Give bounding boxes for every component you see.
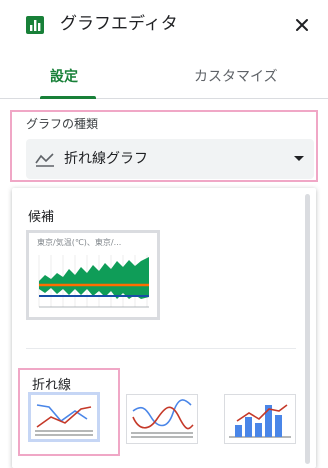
dropdown-scrollbar[interactable] [302,188,312,468]
smooth-line-chart-thumbnail[interactable] [126,394,198,444]
scroll-thumb[interactable] [305,194,310,464]
chart-icon [26,16,44,34]
chart-type-label: グラフの種類 [26,117,99,131]
combo-chart-preview [229,404,291,438]
suggested-chart-title: 東京/気温(℃)、東京/... [37,237,121,247]
divider [26,348,296,349]
suggested-chart-preview: 東京/気温(℃)、東京/... [37,237,149,308]
tab-settings[interactable]: 設定 [50,68,78,86]
close-icon[interactable] [291,14,313,36]
suggested-chart-thumbnail[interactable]: 東京/気温(℃)、東京/... [26,230,160,320]
chart-type-select[interactable]: 折れ線グラフ [26,139,314,179]
tab-customize[interactable]: カスタマイズ [194,68,278,86]
editor-title: グラフエディタ [60,14,178,34]
line-section-label: 折れ線 [32,378,72,393]
line-chart-preview [35,404,93,436]
combo-chart-thumbnail[interactable] [224,394,296,444]
tab-bar: 設定 カスタマイズ [0,56,328,99]
suggestions-label: 候補 [28,210,55,225]
line-chart-thumbnail[interactable] [28,392,100,442]
chart-type-dropdown: 候補 東京/気温(℃)、東京/... 折れ線 [12,188,316,468]
chevron-down-icon [294,156,304,161]
smooth-line-chart-preview [131,399,194,438]
line-chart-icon [35,153,54,167]
editor-header: グラフエディタ [0,0,328,50]
thumb-green-band [39,257,149,299]
chart-type-value: 折れ線グラフ [64,151,148,167]
chart-type-section: グラフの種類 折れ線グラフ [10,110,318,182]
active-tab-indicator [40,96,96,99]
